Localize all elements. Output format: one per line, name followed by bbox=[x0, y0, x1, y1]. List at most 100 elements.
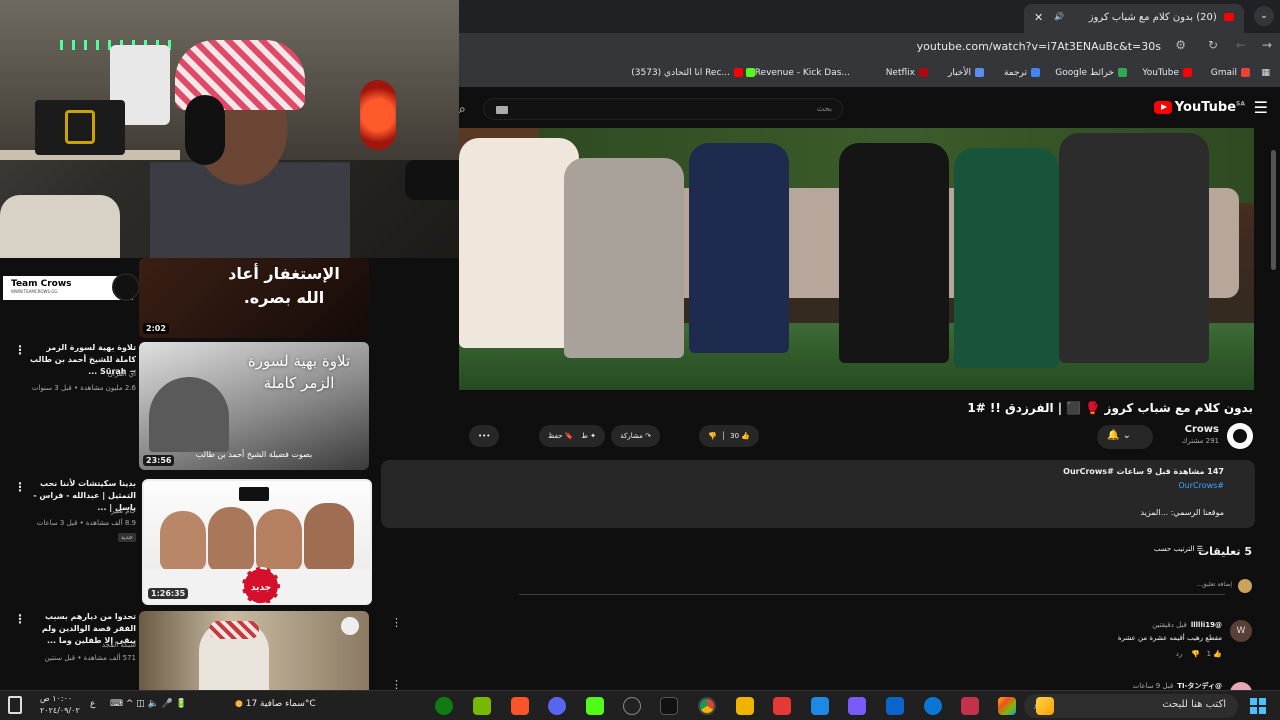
apps-icon[interactable]: ▦ bbox=[1261, 68, 1270, 78]
duration-badge: 1:26:35 bbox=[148, 588, 189, 599]
youtube-icon bbox=[1183, 68, 1192, 77]
more-options-icon[interactable]: ⋮ bbox=[14, 613, 26, 625]
channel-name[interactable]: Crows bbox=[1185, 424, 1219, 435]
dislike-icon: 👎 bbox=[708, 432, 717, 440]
close-tab-icon[interactable]: ✕ bbox=[1034, 11, 1043, 24]
share-button[interactable]: ↷ مشاركة bbox=[611, 425, 660, 447]
comment-more-icon[interactable]: ⋮ bbox=[391, 616, 402, 629]
menu-icon[interactable]: ☰ bbox=[1254, 98, 1268, 117]
search-input[interactable]: بحث bbox=[483, 98, 843, 120]
youtube-favicon-icon bbox=[1224, 13, 1234, 21]
keyboard-icon[interactable] bbox=[496, 106, 508, 114]
edge-icon[interactable] bbox=[924, 697, 942, 715]
clock[interactable]: ١٠:٠٠ ص ٢٠٢٤/٠٩/٠٢ bbox=[40, 693, 80, 717]
bookmark-youtube[interactable]: YouTube bbox=[1142, 68, 1192, 78]
rec-meta: 571 ألف مشاهدة • قبل سنتين bbox=[44, 654, 136, 662]
webcam-feed bbox=[0, 0, 459, 258]
app-icon-3[interactable] bbox=[811, 697, 829, 715]
back-icon[interactable]: → bbox=[1262, 38, 1272, 52]
gamepad-icon[interactable] bbox=[848, 697, 866, 715]
acrobat-icon[interactable] bbox=[961, 697, 979, 715]
bookmark-maps[interactable]: خرائط Google bbox=[1055, 68, 1127, 78]
description-box[interactable]: 147 مشاهدة قبل 9 ساعات #OurCrows #OurCro… bbox=[381, 460, 1255, 528]
kick-icon[interactable] bbox=[586, 697, 604, 715]
file-explorer-icon[interactable] bbox=[736, 697, 754, 715]
bookmark-news[interactable]: الأخبار bbox=[948, 68, 984, 78]
copilot-icon[interactable] bbox=[1036, 697, 1054, 715]
dislike-icon[interactable]: 👎 bbox=[1191, 650, 1200, 658]
duration-badge: 2:02 bbox=[143, 323, 169, 334]
more-actions-button[interactable]: ••• bbox=[469, 425, 500, 447]
comment-author[interactable]: @llllli19قبل دقيقتين bbox=[1152, 621, 1222, 629]
bookmark-rec[interactable]: (3573) انا التحادي Rec... bbox=[631, 68, 743, 78]
description-more[interactable]: موقعنا الرسمي: ...المزيد bbox=[1140, 508, 1224, 517]
bookmark-gmail[interactable]: Gmail bbox=[1211, 68, 1250, 78]
thumbnail-figure bbox=[149, 377, 229, 452]
discord-icon[interactable] bbox=[548, 697, 566, 715]
office-icon[interactable] bbox=[998, 697, 1016, 715]
crow-logo-icon bbox=[112, 273, 140, 301]
forward-icon[interactable]: ← bbox=[1236, 38, 1246, 52]
notification-icon[interactable] bbox=[8, 696, 22, 714]
team-card-title: Team Crows bbox=[11, 279, 72, 289]
rec-thumbnail[interactable] bbox=[139, 611, 369, 690]
active-tab[interactable]: (20) بدون كلام مع شباب كروز 🔊 ✕ bbox=[1024, 4, 1244, 33]
bell-icon: 🔔 bbox=[1107, 430, 1120, 441]
like-dislike-button[interactable]: 👍 30 │ 👎 bbox=[699, 425, 759, 447]
bookmark-netflix[interactable]: Netflix bbox=[886, 68, 928, 78]
sort-button[interactable]: ☰ الترتيب حسب bbox=[1154, 545, 1203, 553]
rec-channel[interactable]: آي القرآن bbox=[28, 368, 136, 380]
description-hashtag[interactable]: #OurCrows bbox=[1178, 481, 1224, 490]
video-person bbox=[689, 143, 789, 353]
rec-channel[interactable]: جام مثير bbox=[28, 505, 136, 517]
comment-item: @TI-タンディقبل 9 ساعات bbox=[832, 680, 1252, 690]
subscriber-count: 291 مشترك bbox=[1181, 437, 1219, 445]
weather-widget[interactable]: ● سماء صافية 17°C bbox=[235, 699, 316, 709]
obs-icon[interactable] bbox=[623, 697, 641, 715]
site-settings-icon[interactable]: ⚙ bbox=[1175, 38, 1186, 52]
language-indicator[interactable]: ع bbox=[90, 699, 95, 709]
add-comment-input[interactable]: إضافة تعليق... bbox=[1196, 581, 1232, 588]
clock-time: ١٠:٠٠ ص bbox=[40, 694, 73, 703]
reply-button[interactable]: رد bbox=[1176, 650, 1183, 658]
comments-count: 5 تعليقات bbox=[1198, 545, 1252, 558]
subscribed-button[interactable]: 🔔 ⌄ bbox=[1097, 425, 1153, 449]
reload-icon[interactable]: ↻ bbox=[1208, 38, 1218, 52]
media-player-icon[interactable] bbox=[773, 697, 791, 715]
bookmark-kick[interactable]: Revenue - Kick Das... bbox=[742, 68, 850, 78]
rec-thumbnail[interactable]: الإستغفار أعاد الله بصره. 2:02 bbox=[139, 258, 369, 338]
comment-avatar[interactable]: W bbox=[1230, 620, 1252, 642]
search-icon[interactable]: ⌕ bbox=[459, 102, 466, 117]
comment-avatar[interactable] bbox=[1230, 682, 1252, 690]
chrome-icon[interactable] bbox=[698, 697, 716, 715]
video-person bbox=[1059, 133, 1209, 363]
channel-avatar[interactable] bbox=[1227, 423, 1253, 449]
windows-start-icon[interactable] bbox=[1250, 698, 1266, 714]
save-button[interactable]: 🔖 حفظ bbox=[539, 425, 583, 447]
xbox-icon[interactable] bbox=[435, 697, 453, 715]
brave-icon[interactable] bbox=[511, 697, 529, 715]
comment-author[interactable]: @TI-タンディقبل 9 ساعات bbox=[1133, 681, 1222, 690]
rec-thumbnail[interactable]: جديد 1:26:35 bbox=[142, 479, 372, 605]
nvidia-icon[interactable] bbox=[473, 697, 491, 715]
page-scrollbar[interactable] bbox=[1271, 150, 1276, 270]
outlook-icon[interactable] bbox=[886, 697, 904, 715]
like-icon[interactable]: 👍 bbox=[1213, 650, 1222, 658]
rec-thumbnail[interactable]: تلاوة بهية لسورة الزمر كاملة بصوت فضيلة … bbox=[139, 342, 369, 470]
webcam-logo-sign bbox=[35, 100, 125, 155]
url-field[interactable]: youtube.com/watch?v=i7At3ENAuBc&t=30s bbox=[917, 40, 1161, 53]
youtube-logo[interactable]: YouTubeSA bbox=[1153, 100, 1245, 115]
speaker-icon[interactable]: 🔊 bbox=[1054, 12, 1064, 21]
taskbar-search-input[interactable]: اكتب هنا للبحث ⌕ bbox=[1024, 694, 1238, 718]
bookmark-translate[interactable]: ترجمة bbox=[1004, 68, 1040, 78]
more-options-icon[interactable]: ⋮ bbox=[14, 344, 26, 356]
netflix-icon bbox=[919, 68, 928, 77]
tray-icons[interactable]: ⌨ ^ ◫ 🔈 🎤 🔋 bbox=[110, 699, 187, 709]
tab-search-button[interactable]: ⌄ bbox=[1254, 6, 1274, 26]
bookmark-icon: 🔖 bbox=[564, 432, 574, 440]
rec-channel[interactable]: شبكة المجد bbox=[28, 639, 136, 651]
video-player[interactable] bbox=[459, 128, 1254, 390]
thumbnail-shemagh bbox=[209, 621, 259, 639]
tiktok-icon[interactable] bbox=[660, 697, 678, 715]
more-options-icon[interactable]: ⋮ bbox=[14, 481, 26, 493]
